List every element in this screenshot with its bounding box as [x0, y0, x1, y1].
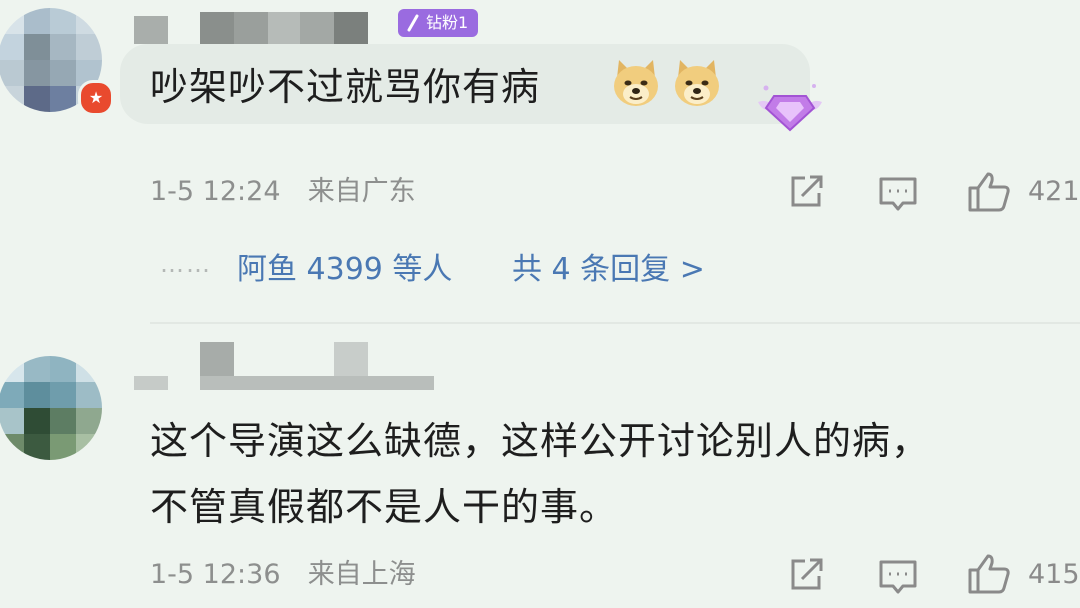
like-count: 421	[1028, 176, 1080, 207]
divider	[150, 322, 1080, 324]
verified-badge-icon: ★	[78, 80, 114, 116]
comment-text-line: 不管真假都不是人干的事。	[150, 485, 619, 529]
view-replies-link[interactable]: 共 4 条回复 >	[512, 250, 705, 290]
comment-time: 1-5 12:36	[150, 559, 281, 590]
reply-users-link[interactable]: 阿鱼 4399 等人	[237, 250, 452, 290]
share-icon[interactable]	[786, 555, 826, 595]
comment-text: 吵架吵不过就骂你有病	[150, 65, 541, 109]
comment-time: 1-5 12:24	[150, 176, 281, 207]
username-mosaic	[134, 12, 374, 44]
comment-icon[interactable]	[877, 173, 919, 213]
comment-icon[interactable]	[877, 556, 919, 596]
comment-location: 来自上海	[307, 559, 416, 590]
pen-icon	[407, 14, 419, 32]
doge-emoji-icon	[675, 60, 719, 106]
like-icon[interactable]	[966, 552, 1012, 596]
username-mosaic	[134, 342, 434, 390]
like-icon[interactable]	[966, 170, 1012, 214]
fan-level-badge[interactable]: 钻粉1	[398, 9, 479, 37]
reply-dots: ……	[160, 250, 212, 278]
like-count: 415	[1028, 559, 1080, 590]
comment-meta: 1-5 12:36 来自上海	[150, 557, 416, 593]
doge-emoji-icon	[614, 60, 658, 106]
avatar[interactable]	[0, 356, 102, 460]
diamond-badge-icon	[758, 84, 822, 132]
share-icon[interactable]	[786, 172, 826, 212]
comment-text-line: 这个导演这么缺德，这样公开讨论别人的病，	[150, 419, 931, 463]
comment-location: 来自广东	[307, 176, 416, 207]
fan-level-label: 钻粉1	[426, 13, 469, 32]
comment-meta: 1-5 12:24 来自广东	[150, 174, 416, 210]
